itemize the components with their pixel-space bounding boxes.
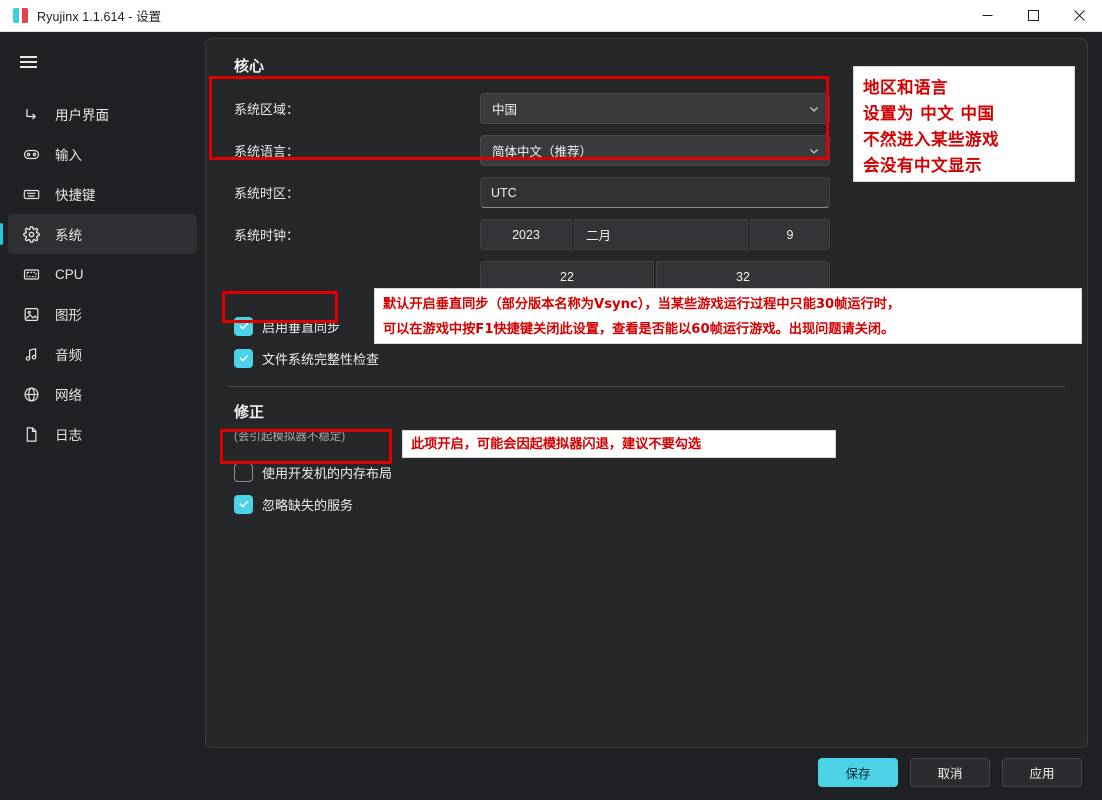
keyboard-icon <box>22 185 41 204</box>
system-timezone-value: UTC <box>491 185 517 200</box>
title-bar: Ryujinx 1.1.614 - 设置 <box>0 0 1102 32</box>
music-icon <box>22 345 41 364</box>
date-month-cell[interactable]: 二月 <box>574 219 748 250</box>
system-timezone-input[interactable]: UTC <box>480 177 830 208</box>
vsync-checkbox[interactable] <box>234 316 253 336</box>
sidebar-item-network[interactable]: 网络 <box>8 374 197 414</box>
cpu-icon <box>22 265 41 284</box>
date-year-cell[interactable]: 2023 <box>480 219 572 250</box>
sidebar-item-label: 系统 <box>55 228 82 243</box>
date-picker: 2023 二月 9 <box>480 219 830 250</box>
system-region-dropdown[interactable]: 中国 <box>480 93 830 124</box>
system-region-field: 中国 <box>480 93 1071 124</box>
system-language-label: 系统语言： <box>234 144 300 159</box>
fs-integrity-label: 文件系统完整性检查 <box>262 351 380 367</box>
row-system-clock-time: 22 32 <box>222 256 1071 297</box>
cancel-button[interactable]: 取消 <box>910 757 990 787</box>
sidebar-item-ui[interactable]: 用户界面 <box>8 94 197 134</box>
window-controls <box>964 0 1102 32</box>
gamepad-icon <box>22 145 41 164</box>
image-icon <box>22 305 41 324</box>
ryujinx-logo-icon <box>13 8 28 23</box>
checkbox-row-fs-integrity[interactable]: 文件系统完整性检查 <box>222 342 379 374</box>
settings-panel: 核心 系统区域： 中国 系统语言： 简体中文（推荐） 系统时区： UTC 系统时… <box>205 38 1088 748</box>
apply-button[interactable]: 应用 <box>1002 757 1082 787</box>
sidebar-item-label: 日志 <box>55 428 82 443</box>
time-hour-cell[interactable]: 22 <box>480 261 654 292</box>
row-system-timezone: 系统时区： UTC <box>222 172 1071 213</box>
sidebar-item-label: 用户界面 <box>55 108 109 123</box>
footer-buttons: 保存 取消 应用 <box>0 748 1102 800</box>
chevron-down-icon <box>808 145 820 157</box>
hacks-section-subtitle: (会引起模拟器不稳定) <box>234 431 346 443</box>
sidebar-item-system[interactable]: 系统 <box>0 214 197 254</box>
window-body: 用户界面 输入 快捷键 系统 CPU 图形 音频 网络 日志 核心 系统区域： … <box>0 32 1102 748</box>
system-timezone-field: UTC <box>480 177 1071 208</box>
sidebar-item-logging[interactable]: 日志 <box>8 414 197 454</box>
date-day-cell[interactable]: 9 <box>750 219 830 250</box>
checkbox-row-vsync[interactable]: 启用垂直同步 <box>222 310 340 342</box>
system-clock-time-field: 22 32 <box>480 261 1071 292</box>
checkbox-row-dev-memory-layout[interactable]: 使用开发机的内存布局 <box>222 456 392 488</box>
vsync-label: 启用垂直同步 <box>262 319 341 335</box>
hacks-section-title: 修正 <box>234 404 265 421</box>
minimize-button[interactable] <box>964 0 1010 32</box>
save-button[interactable]: 保存 <box>818 757 898 787</box>
row-system-language: 系统语言： 简体中文（推荐） <box>222 130 1071 171</box>
sidebar-item-graphics[interactable]: 图形 <box>8 294 197 334</box>
system-language-dropdown[interactable]: 简体中文（推荐） <box>480 135 830 166</box>
sidebar: 用户界面 输入 快捷键 系统 CPU 图形 音频 网络 日志 <box>0 32 205 748</box>
section-divider <box>228 386 1065 387</box>
system-clock-date-field: 2023 二月 9 <box>480 219 1071 250</box>
system-region-value: 中国 <box>492 103 518 117</box>
time-picker: 22 32 <box>480 261 830 292</box>
ignore-missing-services-checkbox[interactable] <box>234 494 253 514</box>
sidebar-item-label: 图形 <box>55 308 82 323</box>
time-minute-cell[interactable]: 32 <box>656 261 830 292</box>
sidebar-item-cpu[interactable]: CPU <box>8 254 197 294</box>
close-button[interactable] <box>1056 0 1102 32</box>
dev-memory-layout-label: 使用开发机的内存布局 <box>262 465 393 481</box>
core-section-title: 核心 <box>234 58 265 75</box>
sidebar-item-input[interactable]: 输入 <box>8 134 197 174</box>
sidebar-item-audio[interactable]: 音频 <box>8 334 197 374</box>
row-system-clock-date: 系统时钟： 2023 二月 9 <box>222 214 1071 255</box>
settings-window: Ryujinx 1.1.614 - 设置 用户界面 输入 快捷键 系统 CPU … <box>0 0 1102 800</box>
content-area: 核心 系统区域： 中国 系统语言： 简体中文（推荐） 系统时区： UTC 系统时… <box>205 32 1102 748</box>
title-bar-left: Ryujinx 1.1.614 - 设置 <box>0 6 161 25</box>
window-title: Ryujinx 1.1.614 - 设置 <box>37 10 162 24</box>
dev-memory-layout-checkbox[interactable] <box>234 462 253 482</box>
fs-integrity-checkbox[interactable] <box>234 348 253 368</box>
checkbox-row-ignore-missing-services[interactable]: 忽略缺失的服务 <box>222 488 353 520</box>
system-region-label: 系统区域： <box>234 102 300 117</box>
globe-icon <box>22 385 41 404</box>
sidebar-item-label: 快捷键 <box>55 188 96 203</box>
sidebar-nav: 用户界面 输入 快捷键 系统 CPU 图形 音频 网络 日志 <box>0 94 205 454</box>
sidebar-item-label: 音频 <box>55 348 82 363</box>
system-timezone-label: 系统时区： <box>234 186 300 201</box>
ignore-missing-services-label: 忽略缺失的服务 <box>262 497 354 513</box>
gear-icon <box>22 225 41 244</box>
sidebar-item-label: CPU <box>55 266 84 282</box>
hamburger-icon[interactable] <box>6 42 50 82</box>
ui-icon <box>22 105 41 124</box>
sidebar-item-hotkeys[interactable]: 快捷键 <box>8 174 197 214</box>
file-icon <box>22 425 41 444</box>
system-clock-label: 系统时钟： <box>234 228 300 243</box>
maximize-button[interactable] <box>1010 0 1056 32</box>
sidebar-item-label: 输入 <box>55 148 82 163</box>
row-system-region: 系统区域： 中国 <box>222 88 1071 129</box>
system-language-field: 简体中文（推荐） <box>480 135 1071 166</box>
sidebar-item-label: 网络 <box>55 388 82 403</box>
chevron-down-icon <box>808 103 820 115</box>
system-language-value: 简体中文（推荐） <box>492 145 593 159</box>
